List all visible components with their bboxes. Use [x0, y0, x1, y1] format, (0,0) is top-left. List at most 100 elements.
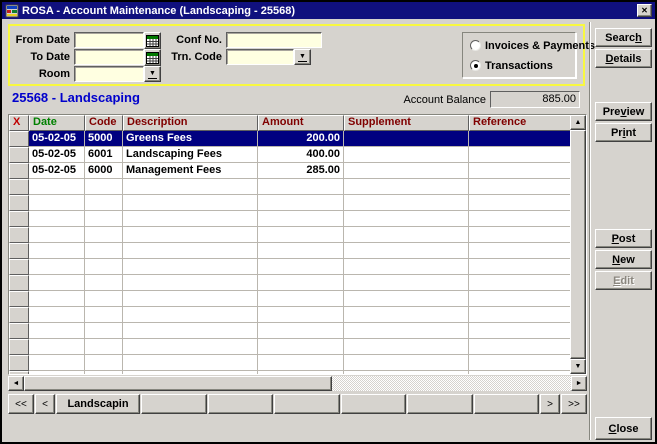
radio-transactions[interactable]: Transactions — [470, 59, 553, 72]
cell-amount[interactable]: 400.00 — [258, 147, 344, 163]
tab-last-button[interactable]: >> — [561, 394, 587, 414]
vertical-scroll-thumb[interactable] — [570, 130, 586, 359]
window-close-button[interactable]: ✕ — [637, 4, 652, 17]
cell-supplement — [344, 291, 469, 307]
radio-invoices-payments[interactable]: Invoices & Payments — [470, 39, 595, 52]
new-button[interactable]: New — [595, 250, 652, 269]
from-date-input[interactable] — [74, 32, 144, 48]
cell-description[interactable]: Landscaping Fees — [123, 147, 258, 163]
cell-supplement[interactable] — [344, 163, 469, 179]
cell-code[interactable]: 6001 — [85, 147, 123, 163]
cell-code — [85, 275, 123, 291]
table-row — [9, 211, 572, 227]
table-row[interactable]: 05-02-05 6001 Landscaping Fees 400.00 — [9, 147, 572, 163]
row-selector — [9, 355, 29, 371]
cell-description — [123, 355, 258, 371]
to-date-input[interactable] — [74, 49, 144, 65]
close-button[interactable]: Close — [595, 417, 652, 440]
row-selector — [9, 371, 29, 374]
tab-empty[interactable] — [274, 394, 340, 414]
cell-reference — [469, 227, 572, 243]
cell-reference — [469, 275, 572, 291]
horizontal-scrollbar[interactable]: ◄ ► — [8, 376, 587, 391]
row-selector[interactable] — [9, 131, 29, 147]
cell-supplement — [344, 227, 469, 243]
cell-reference — [469, 371, 572, 374]
tab-empty[interactable] — [207, 394, 273, 414]
cell-supplement — [344, 195, 469, 211]
cell-code — [85, 355, 123, 371]
cell-amount[interactable]: 200.00 — [258, 131, 344, 147]
scroll-down-button[interactable]: ▼ — [570, 359, 586, 374]
trn-code-input[interactable] — [226, 49, 294, 65]
cell-reference[interactable] — [469, 131, 572, 147]
cell-description[interactable]: Management Fees — [123, 163, 258, 179]
tab-next-button[interactable]: > — [540, 394, 560, 414]
tab-landscaping[interactable]: Landscapin — [56, 394, 140, 414]
cell-date — [29, 275, 85, 291]
cell-supplement — [344, 323, 469, 339]
scroll-up-button[interactable]: ▲ — [570, 115, 586, 130]
to-date-calendar-button[interactable] — [144, 49, 161, 66]
tab-empty[interactable] — [340, 394, 406, 414]
search-button[interactable]: Search — [595, 28, 652, 47]
trn-code-dropdown-button[interactable]: ▼ — [294, 49, 311, 65]
cell-code — [85, 243, 123, 259]
row-selector — [9, 323, 29, 339]
details-button[interactable]: Details — [595, 49, 652, 68]
from-date-calendar-button[interactable] — [144, 32, 161, 49]
room-dropdown-button[interactable]: ▼ — [144, 66, 161, 82]
conf-no-label: Conf No. — [176, 34, 222, 46]
cell-supplement — [344, 211, 469, 227]
cell-date — [29, 243, 85, 259]
tab-first-button[interactable]: << — [8, 394, 34, 414]
table-row — [9, 275, 572, 291]
cell-date — [29, 227, 85, 243]
table-header-row: X Date Code Description Amount Supplement Refe… — [9, 115, 572, 131]
cell-description[interactable]: Greens Fees — [123, 131, 258, 147]
row-selector — [9, 211, 29, 227]
tab-empty[interactable] — [141, 394, 207, 414]
vertical-scrollbar[interactable]: ▲ ▼ — [570, 115, 586, 374]
cell-reference[interactable] — [469, 163, 572, 179]
table-row[interactable]: 05-02-05 5000 Greens Fees 200.00 — [9, 131, 572, 147]
column-header-description: Description — [123, 115, 258, 131]
window-title: ROSA - Account Maintenance (Landscaping … — [22, 4, 296, 17]
row-selector[interactable] — [9, 147, 29, 163]
cell-amount[interactable]: 285.00 — [258, 163, 344, 179]
scroll-right-button[interactable]: ► — [571, 376, 587, 391]
post-button[interactable]: Post — [595, 229, 652, 248]
print-button[interactable]: Print — [595, 123, 652, 142]
cell-supplement[interactable] — [344, 147, 469, 163]
cell-date[interactable]: 05-02-05 — [29, 163, 85, 179]
tab-empty[interactable] — [473, 394, 539, 414]
cell-date[interactable]: 05-02-05 — [29, 131, 85, 147]
row-selector[interactable] — [9, 163, 29, 179]
tab-prev-button[interactable]: < — [35, 394, 55, 414]
scroll-left-button[interactable]: ◄ — [8, 376, 24, 391]
radio-label: Invoices & Payments — [485, 39, 596, 52]
cell-reference — [469, 259, 572, 275]
view-mode-group: Invoices & Payments Transactions — [462, 32, 595, 78]
cell-code[interactable]: 6000 — [85, 163, 123, 179]
row-selector — [9, 339, 29, 355]
column-header-x: X — [9, 115, 29, 131]
cell-amount — [258, 227, 344, 243]
cell-code[interactable]: 5000 — [85, 131, 123, 147]
cell-reference[interactable] — [469, 147, 572, 163]
cell-supplement — [344, 259, 469, 275]
tab-empty[interactable] — [407, 394, 473, 414]
cell-description — [123, 307, 258, 323]
cell-supplement[interactable] — [344, 131, 469, 147]
conf-no-input[interactable] — [226, 32, 322, 48]
column-header-amount: Amount — [258, 115, 344, 131]
cell-description — [123, 211, 258, 227]
cell-date[interactable]: 05-02-05 — [29, 147, 85, 163]
horizontal-scroll-thumb[interactable] — [24, 376, 332, 391]
table-row[interactable]: 05-02-05 6000 Management Fees 285.00 — [9, 163, 572, 179]
account-balance-value: 885.00 — [490, 91, 580, 108]
room-input[interactable] — [74, 66, 144, 82]
table-row — [9, 259, 572, 275]
preview-button[interactable]: Preview — [595, 102, 652, 121]
cell-description — [123, 275, 258, 291]
